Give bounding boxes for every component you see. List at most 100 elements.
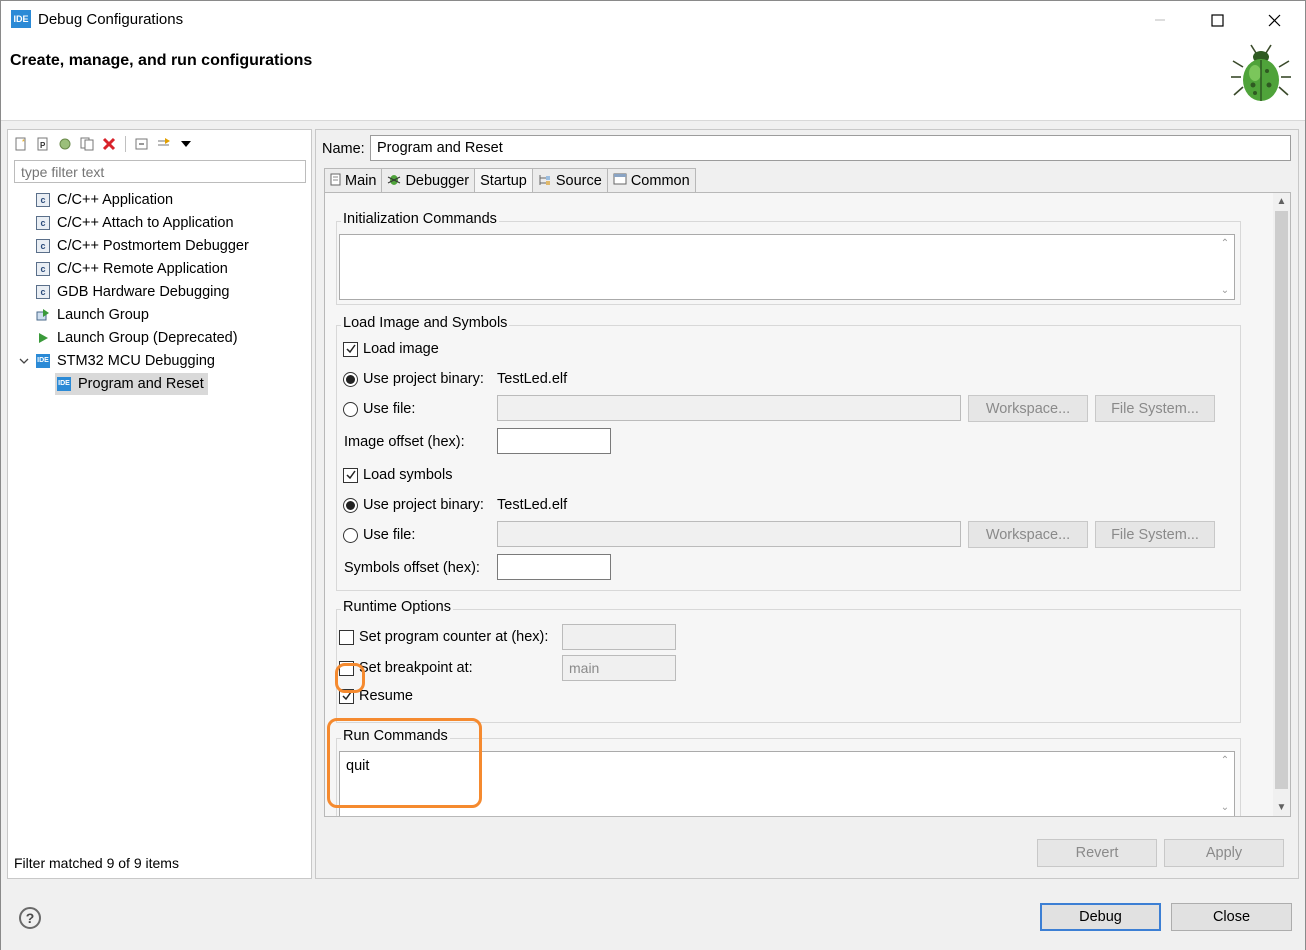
tab-label: Debugger	[405, 172, 470, 189]
tab-label: Startup	[480, 173, 527, 189]
close-window-button[interactable]	[1251, 1, 1297, 39]
c-icon: c	[36, 262, 50, 276]
symbols-file-field[interactable]	[497, 521, 961, 547]
image-use-project-binary-radio[interactable]	[343, 371, 358, 387]
tree-item-cpp-remote[interactable]: c C/C++ Remote Application	[36, 258, 228, 280]
tree-item-label: Launch Group (Deprecated)	[57, 330, 238, 346]
ide-app-icon: IDE	[11, 10, 31, 28]
tree-item-cpp-application[interactable]: c C/C++ Application	[36, 189, 173, 211]
load-symbols-checkbox[interactable]	[343, 467, 358, 483]
minimize-button[interactable]	[1137, 1, 1183, 39]
c-icon: c	[36, 285, 50, 299]
breakpoint-highlight	[335, 663, 365, 693]
image-use-project-binary-radio-row[interactable]: Use project binary:	[343, 371, 484, 387]
tab-label: Common	[630, 172, 690, 189]
tree-item-label: C/C++ Postmortem Debugger	[57, 238, 249, 254]
tree-item-gdb-hardware[interactable]: c GDB Hardware Debugging	[36, 281, 229, 303]
set-breakpoint-field[interactable]: main	[562, 655, 676, 681]
tree-item-launch-group-deprecated[interactable]: Launch Group (Deprecated)	[36, 327, 238, 349]
configuration-editor-panel: Name: Main Debugger Startup	[315, 129, 1299, 879]
image-file-system-button[interactable]: File System...	[1095, 395, 1215, 422]
tab-debugger[interactable]: Debugger	[381, 168, 476, 192]
tree-item-launch-group[interactable]: Launch Group	[36, 304, 149, 326]
check-icon	[345, 470, 356, 480]
load-image-checkbox[interactable]	[343, 341, 358, 357]
close-button[interactable]: Close	[1171, 903, 1292, 931]
tree-item-cpp-attach[interactable]: c C/C++ Attach to Application	[36, 212, 234, 234]
name-input[interactable]	[370, 135, 1291, 161]
runtime-options-group: Runtime Options Set program counter at (…	[336, 599, 1241, 723]
set-pc-field[interactable]	[562, 624, 676, 650]
tree-item-label: Launch Group	[57, 307, 149, 323]
symbols-offset-input[interactable]	[497, 554, 611, 580]
export-icon[interactable]	[56, 135, 74, 153]
textarea-scrollbar[interactable]: ⌃ ⌄	[1216, 235, 1234, 299]
tab-source[interactable]: Source	[531, 168, 608, 192]
initialization-commands-group: Initialization Commands ⌃ ⌄	[336, 211, 1241, 305]
revert-button[interactable]: Revert	[1037, 839, 1157, 867]
maximize-button[interactable]	[1194, 1, 1240, 39]
image-use-file-radio-row[interactable]: Use file:	[343, 401, 415, 417]
tree-item-cpp-postmortem[interactable]: c C/C++ Postmortem Debugger	[36, 235, 249, 257]
symbols-use-file-radio-row[interactable]: Use file:	[343, 527, 415, 543]
image-offset-label: Image offset (hex):	[344, 434, 465, 450]
c-icon: c	[36, 216, 50, 230]
load-image-checkbox-row[interactable]: Load image	[343, 341, 439, 357]
tree-item-stm32-mcu-debugging[interactable]: IDE STM32 MCU Debugging	[18, 350, 215, 372]
chevron-down-icon: ⌄	[1220, 285, 1230, 296]
collapse-all-icon[interactable]	[133, 135, 151, 153]
scrollbar-thumb[interactable]	[1275, 211, 1288, 789]
image-workspace-button[interactable]: Workspace...	[968, 395, 1088, 422]
set-pc-checkbox-row[interactable]: Set program counter at (hex):	[339, 629, 548, 645]
filter-icon[interactable]	[155, 135, 173, 153]
tree-toolbar: * P	[12, 134, 195, 154]
symbols-file-system-button[interactable]: File System...	[1095, 521, 1215, 548]
check-icon	[345, 344, 356, 354]
launch-group-icon	[36, 308, 50, 322]
run-commands-highlight	[327, 718, 482, 808]
bug-logo-icon	[1231, 44, 1291, 101]
delete-icon[interactable]	[100, 135, 118, 153]
symbols-use-project-binary-radio-row[interactable]: Use project binary:	[343, 497, 484, 513]
scroll-down-icon[interactable]: ▼	[1273, 799, 1290, 816]
symbols-workspace-button[interactable]: Workspace...	[968, 521, 1088, 548]
tree-item-label: C/C++ Remote Application	[57, 261, 228, 277]
debug-button[interactable]: Debug	[1040, 903, 1161, 931]
image-file-field[interactable]	[497, 395, 961, 421]
window-title: Debug Configurations	[38, 11, 184, 28]
image-use-file-radio[interactable]	[343, 401, 358, 417]
tree-item-label: GDB Hardware Debugging	[57, 284, 230, 300]
group-title: Load Image and Symbols	[341, 315, 510, 331]
new-config-icon[interactable]: *	[12, 135, 30, 153]
config-tabs: Main Debugger Startup Source Common	[324, 168, 696, 193]
tab-common[interactable]: Common	[606, 168, 696, 192]
c-icon: c	[36, 239, 50, 253]
name-label: Name:	[322, 141, 365, 157]
startup-tab-content: Initialization Commands ⌃ ⌄ Load Image an…	[324, 192, 1291, 817]
symbols-use-file-radio[interactable]	[343, 527, 358, 543]
dropdown-icon[interactable]	[177, 135, 195, 153]
help-icon[interactable]: ?	[19, 907, 41, 929]
tab-main[interactable]: Main	[324, 168, 383, 192]
tree-item-program-and-reset[interactable]: IDE Program and Reset	[55, 373, 208, 395]
tree-item-label: STM32 MCU Debugging	[57, 353, 215, 369]
initialization-commands-textarea[interactable]: ⌃ ⌄	[339, 234, 1235, 300]
symbols-offset-label: Symbols offset (hex):	[344, 560, 480, 576]
apply-button[interactable]: Apply	[1164, 839, 1284, 867]
bug-icon	[387, 173, 401, 189]
new-prototype-icon[interactable]: P	[34, 135, 52, 153]
set-pc-checkbox[interactable]	[339, 629, 354, 645]
filter-input[interactable]	[14, 160, 306, 183]
load-symbols-checkbox-row[interactable]: Load symbols	[343, 467, 452, 483]
scroll-up-icon[interactable]: ▲	[1273, 193, 1290, 210]
textarea-scrollbar[interactable]: ⌃ ⌄	[1216, 752, 1234, 816]
duplicate-icon[interactable]	[78, 135, 96, 153]
tab-startup[interactable]: Startup	[474, 168, 533, 193]
tab-content-scrollbar[interactable]: ▲ ▼	[1273, 193, 1290, 816]
image-offset-input[interactable]	[497, 428, 611, 454]
symbols-use-project-binary-radio[interactable]	[343, 497, 358, 513]
source-icon	[538, 173, 552, 189]
c-icon: c	[36, 193, 50, 207]
maximize-icon	[1210, 13, 1224, 27]
chevron-down-icon[interactable]	[18, 357, 30, 365]
